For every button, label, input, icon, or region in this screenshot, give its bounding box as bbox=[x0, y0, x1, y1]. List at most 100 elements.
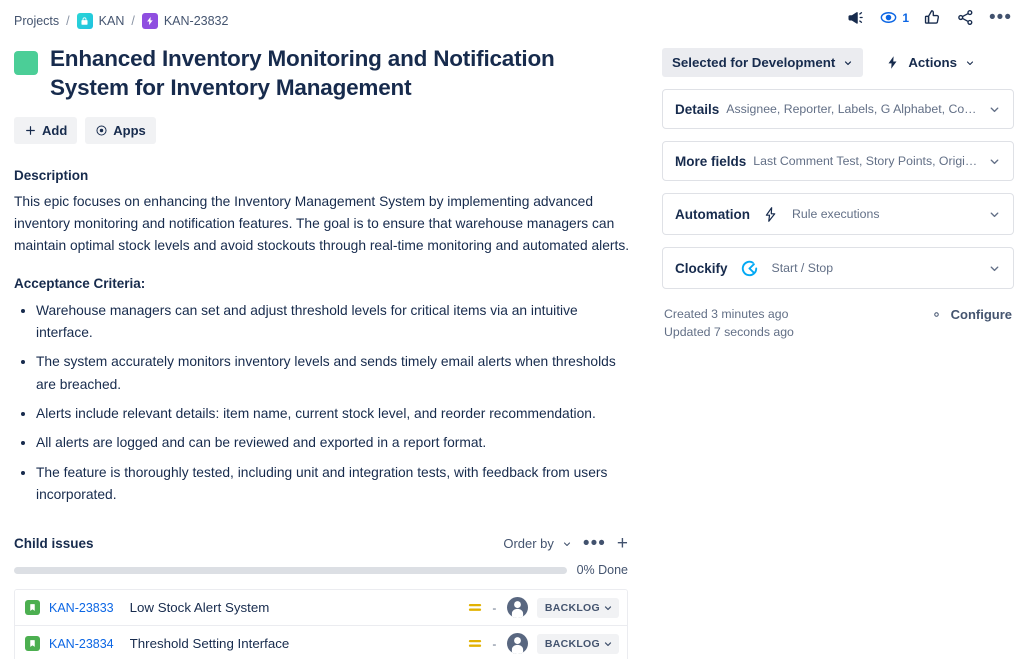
breadcrumb-project-key[interactable]: KAN bbox=[99, 14, 125, 28]
apps-button-label: Apps bbox=[113, 122, 146, 138]
order-by-dropdown[interactable]: Order by bbox=[503, 536, 572, 551]
breadcrumb-separator-2: / bbox=[131, 14, 135, 28]
bolt-icon bbox=[888, 56, 897, 69]
automation-bolt-icon bbox=[762, 206, 779, 223]
add-button[interactable]: Add bbox=[14, 116, 78, 144]
epic-bolt-icon bbox=[141, 13, 158, 29]
top-bar: Projects / KAN / KAN-23832 1 ••• bbox=[0, 0, 1024, 40]
status-dropdown[interactable]: Selected for Development bbox=[662, 48, 864, 77]
panel-automation-summary: Rule executions bbox=[792, 207, 880, 221]
status-badge-label: BACKLOG bbox=[544, 637, 600, 650]
apps-button[interactable]: Apps bbox=[85, 116, 156, 144]
chevron-down-icon bbox=[563, 542, 570, 546]
share-icon[interactable] bbox=[956, 8, 975, 27]
child-issues-title: Child issues bbox=[14, 536, 94, 552]
status-badge[interactable]: BACKLOG bbox=[536, 633, 619, 654]
breadcrumb: Projects / KAN / KAN-23832 bbox=[14, 13, 228, 29]
child-issue-meta: - BACKLOG bbox=[468, 633, 619, 655]
add-button-label: Add bbox=[42, 122, 68, 138]
status-badge-label: BACKLOG bbox=[544, 601, 600, 614]
avatar[interactable] bbox=[506, 597, 528, 619]
list-item: All alerts are logged and can be reviewe… bbox=[36, 432, 630, 454]
issue-sidebar: Selected for Development Actions Details… bbox=[662, 48, 1014, 339]
story-type-icon bbox=[25, 600, 40, 616]
table-row[interactable]: KAN-23833 Low Stock Alert System - BACKLOG bbox=[15, 590, 627, 627]
list-item: The feature is thoroughly tested, includ… bbox=[36, 462, 630, 507]
chevron-down-icon[interactable] bbox=[980, 208, 1001, 221]
panel-automation-label: Automation bbox=[675, 206, 750, 222]
chevron-down-icon[interactable] bbox=[980, 155, 1001, 168]
panel-more-fields[interactable]: More fields Last Comment Test, Story Poi… bbox=[662, 141, 1014, 181]
avatar[interactable] bbox=[506, 633, 528, 655]
status-badge[interactable]: BACKLOG bbox=[536, 597, 619, 618]
gear-icon bbox=[933, 312, 939, 317]
progress-label: 0% Done bbox=[576, 563, 628, 578]
breadcrumb-projects[interactable]: Projects bbox=[14, 14, 59, 28]
created-timestamp: Created 3 minutes ago bbox=[664, 307, 789, 321]
list-item: Alerts include relevant details: item na… bbox=[36, 403, 630, 425]
panel-automation[interactable]: Automation Rule executions bbox=[662, 193, 1014, 235]
clockify-icon bbox=[740, 259, 759, 278]
actions-dropdown-label: Actions bbox=[908, 55, 958, 70]
chevron-down-icon bbox=[604, 642, 612, 646]
child-issue-key[interactable]: KAN-23834 bbox=[49, 637, 114, 651]
plus-icon bbox=[26, 125, 35, 135]
actions-dropdown[interactable]: Actions bbox=[879, 48, 981, 77]
child-issue-meta: - BACKLOG bbox=[468, 597, 619, 619]
acceptance-criteria-heading: Acceptance Criteria: bbox=[14, 275, 146, 291]
status-row: Selected for Development Actions bbox=[662, 48, 1014, 77]
child-issue-summary: Threshold Setting Interface bbox=[129, 636, 290, 652]
thumbs-up-icon[interactable] bbox=[923, 8, 942, 27]
panel-more-fields-label: More fields bbox=[675, 153, 747, 169]
child-issues-progress: 0% Done bbox=[14, 563, 628, 577]
issue-main-content: Enhanced Inventory Monitoring and Notifi… bbox=[14, 44, 630, 659]
child-issues-header: Child issues Order by ••• + bbox=[14, 534, 628, 553]
title-row: Enhanced Inventory Monitoring and Notifi… bbox=[14, 44, 630, 103]
configure-button[interactable]: Configure bbox=[929, 307, 1012, 322]
child-issues-add-button[interactable]: + bbox=[617, 534, 628, 553]
more-options-icon[interactable]: ••• bbox=[989, 8, 1012, 27]
child-issues-list: KAN-23833 Low Stock Alert System - BACKLOG K… bbox=[14, 589, 628, 659]
chevron-down-icon[interactable] bbox=[980, 103, 1001, 116]
apps-icon bbox=[96, 124, 107, 136]
child-issues-more-button[interactable]: ••• bbox=[583, 534, 606, 553]
page-title: Enhanced Inventory Monitoring and Notifi… bbox=[50, 46, 555, 101]
issue-timestamps: Created 3 minutes ago Updated 7 seconds … bbox=[664, 307, 794, 339]
top-actions: 1 ••• bbox=[846, 8, 1012, 27]
status-dropdown-label: Selected for Development bbox=[672, 55, 836, 70]
issue-action-buttons: Add Apps bbox=[14, 116, 630, 144]
description-body[interactable]: This epic focuses on enhancing the Inven… bbox=[14, 191, 630, 258]
child-issues-toolbar: Order by ••• + bbox=[503, 534, 628, 553]
breadcrumb-separator-1: / bbox=[66, 14, 70, 28]
issue-meta: Created 3 minutes ago Updated 7 seconds … bbox=[662, 307, 1014, 339]
panel-more-fields-summary: Last Comment Test, Story Points, Origina… bbox=[753, 154, 980, 168]
panel-details[interactable]: Details Assignee, Reporter, Labels, G Al… bbox=[662, 89, 1014, 129]
chevron-down-icon bbox=[845, 60, 852, 65]
list-item: The system accurately monitors inventory… bbox=[36, 351, 630, 396]
panel-clockify-label: Clockify bbox=[675, 260, 728, 276]
priority-medium-icon[interactable] bbox=[468, 602, 482, 613]
watch-count: 1 bbox=[902, 10, 910, 25]
child-issue-key[interactable]: KAN-23833 bbox=[49, 601, 114, 615]
megaphone-icon[interactable] bbox=[846, 8, 865, 27]
chevron-down-icon[interactable] bbox=[980, 262, 1001, 275]
story-type-icon bbox=[25, 636, 40, 652]
priority-medium-icon[interactable] bbox=[468, 638, 482, 649]
panel-details-label: Details bbox=[675, 101, 720, 117]
configure-label: Configure bbox=[950, 307, 1012, 322]
panel-details-summary: Assignee, Reporter, Labels, G Alphabet, … bbox=[726, 102, 980, 116]
watch-button[interactable]: 1 bbox=[879, 8, 909, 27]
table-row[interactable]: KAN-23834 Threshold Setting Interface - BAC… bbox=[15, 626, 627, 659]
order-by-label: Order by bbox=[503, 536, 554, 552]
updated-timestamp: Updated 7 seconds ago bbox=[664, 325, 794, 339]
issue-detail-page: Projects / KAN / KAN-23832 1 ••• Enhance… bbox=[0, 0, 1024, 659]
breadcrumb-issue-key[interactable]: KAN-23832 bbox=[164, 14, 229, 28]
child-issue-assignee-placeholder: - bbox=[492, 636, 497, 651]
panel-clockify[interactable]: Clockify Start / Stop bbox=[662, 247, 1014, 289]
project-lock-icon bbox=[76, 13, 93, 29]
description-heading: Description bbox=[14, 167, 89, 183]
child-issues-section: Child issues Order by ••• + 0% Done KAN-… bbox=[14, 534, 628, 659]
chevron-down-icon bbox=[604, 606, 612, 610]
chevron-down-icon bbox=[967, 60, 974, 65]
progress-bar-track bbox=[14, 566, 567, 574]
